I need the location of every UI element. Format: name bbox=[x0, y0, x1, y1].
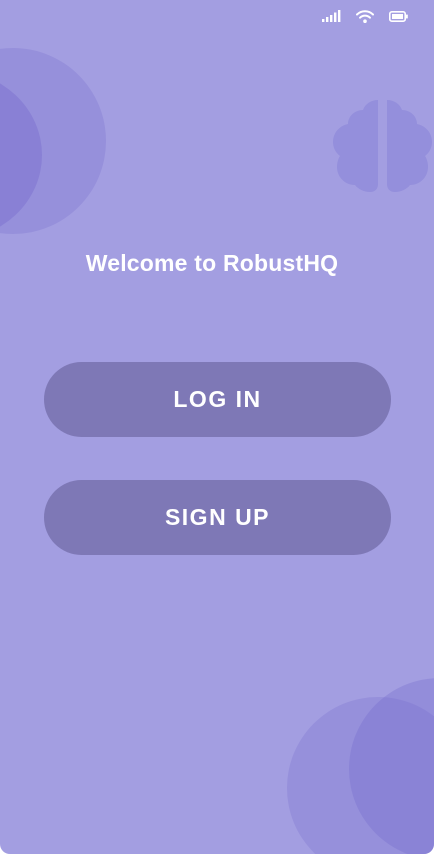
status-bar bbox=[322, 6, 408, 26]
background-circle bbox=[0, 48, 106, 234]
signup-button[interactable]: SIGN UP bbox=[44, 480, 391, 555]
login-button[interactable]: LOG IN bbox=[44, 362, 391, 437]
background-circle bbox=[0, 70, 42, 240]
background-circle bbox=[349, 678, 434, 854]
signup-button-label: SIGN UP bbox=[164, 504, 271, 530]
cellular-signal-icon bbox=[322, 10, 341, 22]
background-circle bbox=[287, 697, 434, 854]
welcome-screen: Welcome to RobustHQ LOG IN SIGN UP bbox=[0, 0, 434, 854]
battery-icon bbox=[389, 10, 408, 22]
welcome-title: Welcome to RobustHQ bbox=[85, 250, 339, 276]
wifi-icon bbox=[356, 9, 374, 23]
login-button-label: LOG IN bbox=[173, 386, 262, 412]
brain-icon bbox=[333, 100, 432, 192]
